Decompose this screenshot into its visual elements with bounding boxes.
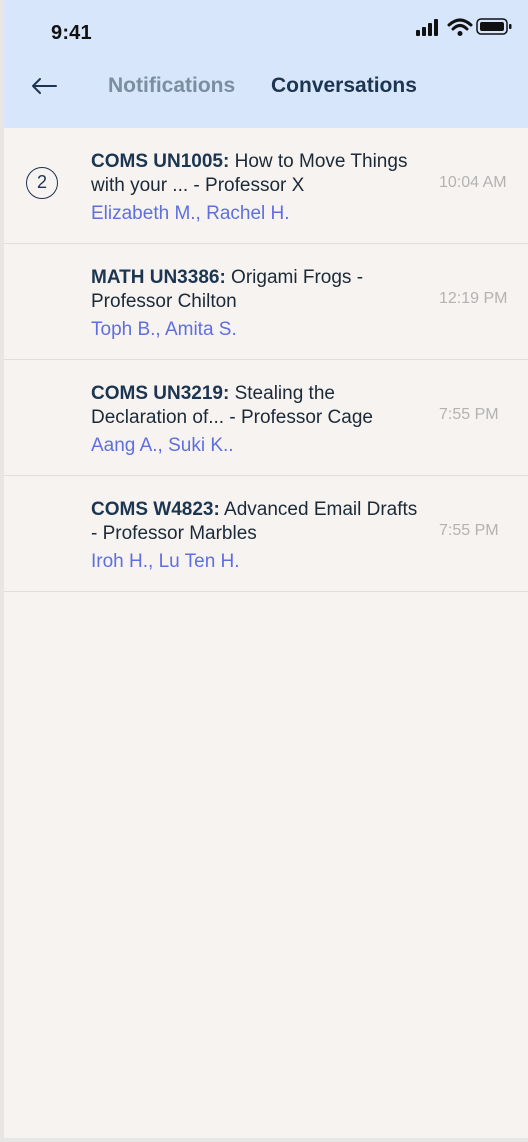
tab-notifications[interactable]: Notifications: [108, 74, 235, 98]
course-code: COMS W4823:: [91, 499, 220, 520]
conversation-participants: Elizabeth M., Rachel H.: [91, 203, 290, 224]
course-code: MATH UN3386:: [91, 267, 226, 288]
unread-count-badge: 2: [26, 167, 58, 199]
cellular-signal-icon: [416, 19, 438, 36]
conversation-row[interactable]: MATH UN3386: Origami Frogs - Professor C…: [4, 244, 528, 360]
conversation-time: 7:55 PM: [439, 406, 499, 423]
conversation-title: MATH UN3386: Origami Frogs - Professor C…: [91, 266, 421, 314]
status-time: 9:41: [51, 22, 92, 44]
back-arrow-icon[interactable]: [30, 74, 58, 98]
tab-conversations[interactable]: Conversations: [271, 74, 417, 98]
battery-icon: [476, 18, 512, 35]
conversation-title: COMS UN1005: How to Move Things with you…: [91, 150, 421, 198]
conversation-row[interactable]: COMS UN3219: Stealing the Declaration of…: [4, 360, 528, 476]
conversation-time: 12:19 PM: [439, 290, 508, 307]
conversation-row[interactable]: COMS W4823: Advanced Email Drafts - Prof…: [4, 476, 528, 592]
conversation-participants: Aang A., Suki K..: [91, 435, 234, 456]
conversation-participants: Iroh H., Lu Ten H.: [91, 551, 240, 572]
wifi-icon: [447, 18, 473, 36]
conversation-title: COMS W4823: Advanced Email Drafts - Prof…: [91, 498, 421, 546]
status-icons: [416, 18, 512, 36]
phone-screen: 9:41 Notifications Conversations 2 COMS …: [4, 0, 528, 1138]
header: 9:41 Notifications Conversations: [4, 0, 528, 128]
course-code: COMS UN3219:: [91, 383, 230, 404]
conversation-participants: Toph B., Amita S.: [91, 319, 237, 340]
conversation-time: 7:55 PM: [439, 522, 499, 539]
conversation-list: 2 COMS UN1005: How to Move Things with y…: [4, 128, 528, 592]
conversation-row[interactable]: 2 COMS UN1005: How to Move Things with y…: [4, 128, 528, 244]
course-code: COMS UN1005:: [91, 151, 230, 172]
conversation-title: COMS UN3219: Stealing the Declaration of…: [91, 382, 421, 430]
conversation-time: 10:04 AM: [439, 174, 507, 191]
